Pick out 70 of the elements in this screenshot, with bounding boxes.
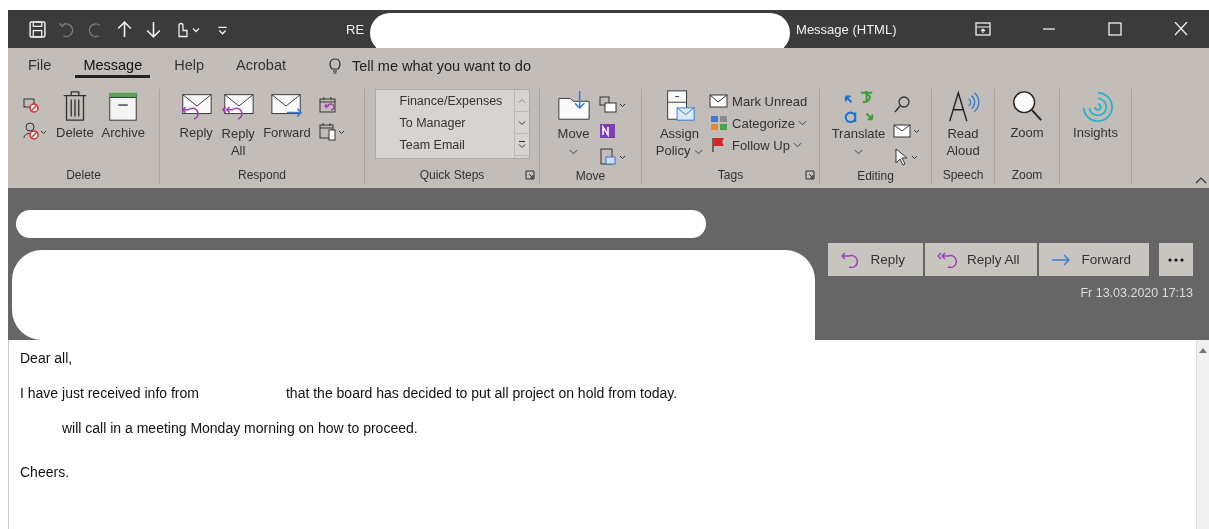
calendar-reply-icon[interactable] (316, 95, 339, 115)
reply-arrow-icon (840, 251, 861, 268)
reply-all-arrow-icon (936, 251, 957, 268)
mark-unread-button[interactable]: Mark Unread (709, 91, 808, 111)
quick-step-item[interactable]: Finance/Expenses (375, 90, 514, 112)
magnifier-icon (1010, 89, 1044, 123)
caret-icon (569, 149, 578, 155)
window-title: Message (HTML) (796, 21, 897, 37)
archive-button[interactable]: Archive (99, 89, 147, 140)
caret-icon (854, 149, 863, 155)
zoom-button[interactable]: Zoom (1008, 89, 1046, 140)
quick-step-item[interactable]: Team Email (375, 134, 514, 156)
sent-date: Fr 13.03.2020 17:13 (1080, 286, 1193, 300)
group-label: Quick Steps (418, 167, 486, 184)
group-label: Delete (65, 167, 102, 184)
window-title: RE (346, 21, 365, 37)
close-icon[interactable] (1173, 22, 1189, 36)
collapse-ribbon-icon[interactable] (1195, 176, 1207, 184)
body-text: that the board has decided to put all project on hold from today. (286, 385, 678, 401)
follow-up-button[interactable]: Follow Up (709, 135, 808, 155)
assign-policy-button[interactable]: Assign Policy (653, 89, 706, 159)
lightbulb-icon (328, 56, 343, 75)
group-label: Editing (856, 168, 895, 185)
related-mail-icon[interactable] (891, 121, 922, 141)
caret-icon (694, 149, 704, 155)
header-action-button[interactable]: Reply (828, 243, 925, 276)
speaking-letter-icon (946, 89, 980, 123)
reply-button[interactable]: Reply (177, 89, 216, 140)
ribbon-tab[interactable]: Acrobat (228, 53, 295, 78)
calendar-phone-icon[interactable] (316, 121, 347, 141)
quick-step-item[interactable]: To Manager (375, 112, 514, 134)
greeting-text: Dear all, (20, 350, 74, 366)
scrollbar[interactable] (1196, 340, 1209, 529)
group-label: Speech (941, 167, 985, 184)
categorize-button[interactable]: Categorize (709, 113, 808, 133)
down-arrow-icon[interactable] (144, 19, 163, 39)
up-arrow-icon[interactable] (115, 19, 134, 39)
insights-button[interactable]: Insights (1071, 89, 1120, 140)
ribbon-tab[interactable]: Help (166, 53, 213, 78)
group-label: Move (574, 168, 607, 185)
translate-button[interactable]: Translate (829, 89, 888, 159)
closing-text: Cheers. (20, 464, 71, 480)
maximize-icon[interactable] (1107, 22, 1123, 36)
search-field[interactable]: Tell me what you want to do (352, 57, 573, 74)
ribbon-display-icon[interactable] (975, 22, 991, 36)
header-action-button[interactable]: Reply All (924, 243, 1040, 276)
envelope-icon (709, 93, 730, 109)
body-text: will call in a meeting Monday morning on how to proceed. (62, 420, 418, 436)
caret-icon (792, 142, 802, 148)
folder-arrow-icon (556, 89, 591, 123)
save-icon[interactable] (28, 19, 47, 39)
dialog-launcher-icon[interactable] (805, 170, 815, 180)
delete-button[interactable]: Delete (54, 89, 96, 140)
color-squares-icon (709, 115, 730, 131)
group-label: Respond (236, 167, 287, 184)
forward-button[interactable]: Forward (261, 89, 313, 140)
group-label: Zoom (1010, 167, 1044, 184)
header-action-button[interactable]: Forward (1039, 243, 1151, 276)
body-text: I have just received info from (20, 385, 199, 401)
ribbon-tab[interactable]: Message (75, 53, 151, 78)
scroll-up-icon[interactable] (1198, 346, 1208, 354)
group-label: Tags (716, 167, 745, 184)
caret-icon (797, 120, 807, 126)
ribbon-tab[interactable]: File (20, 53, 60, 78)
dialog-launcher-icon[interactable] (525, 170, 535, 180)
ellipsis-icon (1168, 257, 1184, 262)
rules-icon[interactable] (596, 95, 627, 115)
read-aloud-button[interactable]: Read Aloud (944, 89, 982, 159)
move-button[interactable]: Move (554, 89, 593, 159)
reply-all-button[interactable]: Reply All (219, 89, 258, 159)
